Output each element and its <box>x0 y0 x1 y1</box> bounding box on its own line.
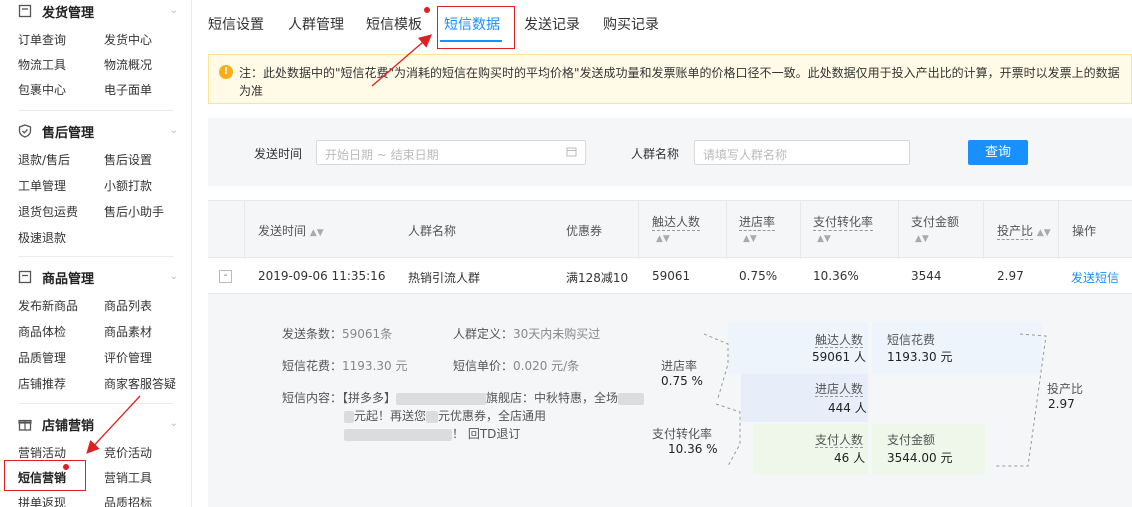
filter-bar: 发送时间 开始日期 ~ 结束日期 人群名称 请填写人群名称 查询 <box>208 118 1132 186</box>
sidebar-item-service-qa[interactable]: 商家客服答疑 <box>104 375 176 392</box>
date-range-input[interactable]: 开始日期 ~ 结束日期 <box>316 140 586 165</box>
date-range-placeholder: 开始日期 ~ 结束日期 <box>325 148 439 162</box>
sidebar-item-shop-recommend[interactable]: 店铺推荐 <box>18 375 66 392</box>
sidebar-section-marketing[interactable]: 店铺营销 ⌄ <box>18 413 178 435</box>
header-visit-rate[interactable]: 进店率 <box>739 213 776 231</box>
shield-icon <box>18 124 32 138</box>
send-sms-link[interactable]: 发送短信 <box>1071 269 1119 286</box>
table-row: - 2019-09-06 11:35:16 热销引流人群 满128减10 590… <box>208 258 1132 294</box>
chevron-down-icon: ⌄ <box>169 5 178 16</box>
header-action: 操作 <box>1072 224 1097 238</box>
sidebar-section-products[interactable]: 商品管理 ⌄ <box>18 266 178 288</box>
funnel-connector-lines <box>703 333 1047 467</box>
sidebar-item-small-payment[interactable]: 小额打款 <box>104 177 152 194</box>
sms-marketing-highlight <box>4 460 86 491</box>
sidebar-item-product-check[interactable]: 商品体检 <box>18 323 66 340</box>
query-button[interactable]: 查询 <box>968 140 1028 165</box>
header-pay-amount: 支付金额 <box>911 215 960 229</box>
sidebar-section-title: 售后管理 <box>42 125 95 141</box>
sidebar-divider <box>18 110 174 111</box>
crowd-name-label: 人群名称 <box>631 147 680 161</box>
sidebar-item-fast-refund[interactable]: 极速退款 <box>18 229 66 246</box>
sidebar-item-after-sales-settings[interactable]: 售后设置 <box>104 151 152 168</box>
product-box-icon <box>18 270 32 284</box>
sidebar-section-title: 发货管理 <box>42 5 95 21</box>
sidebar-item-quality-management[interactable]: 品质管理 <box>18 349 66 366</box>
header-reach[interactable]: 触达人数 <box>652 213 701 231</box>
send-time-label: 发送时间 <box>254 147 303 161</box>
sidebar-item-cashback[interactable]: 拼单返现 <box>18 494 66 507</box>
sidebar-section-title: 商品管理 <box>42 271 95 287</box>
cell-reach: 59061 <box>652 269 691 283</box>
sidebar-item-publish-product[interactable]: 发布新商品 <box>18 297 78 314</box>
notification-dot <box>63 464 69 470</box>
cell-pay-rate: 10.36% <box>813 269 859 283</box>
notice-banner: ! 注：此处数据中的"短信花费"为消耗的短信在购买时的平均价格"发送成功量和发票… <box>208 54 1132 104</box>
sidebar-item-e-waybill[interactable]: 电子面单 <box>104 81 152 98</box>
tab-crowd-management[interactable]: 人群管理 <box>288 14 344 34</box>
sidebar-divider <box>18 256 174 257</box>
header-send-time[interactable]: 发送时间 ▲▼ <box>258 222 324 239</box>
crowd-name-placeholder: 请填写人群名称 <box>703 148 788 162</box>
sidebar-item-after-sales-assistant[interactable]: 售后小助手 <box>104 203 164 220</box>
sidebar-section-shipping[interactable]: 发货管理 ⌄ <box>18 0 178 22</box>
sidebar-item-product-list[interactable]: 商品列表 <box>104 297 152 314</box>
sidebar-item-order-query[interactable]: 订单查询 <box>18 31 66 48</box>
header-coupon: 优惠券 <box>566 224 603 238</box>
sidebar: 发货管理 ⌄ 订单查询 发货中心 物流工具 物流概况 包裹中心 电子面单 售后管… <box>0 0 192 507</box>
sort-icon[interactable]: ▲▼ <box>915 234 929 244</box>
cell-send-time: 2019-09-06 11:35:16 <box>258 269 386 283</box>
table-header: 发送时间 ▲▼ 人群名称 优惠券 触达人数 ▲▼ 进店率 ▲▼ 支付转化率 ▲▼… <box>208 200 1132 259</box>
sort-icon[interactable]: ▲▼ <box>656 234 670 244</box>
tab-sms-templates[interactable]: 短信模板 <box>366 14 422 34</box>
sidebar-item-logistics-tools[interactable]: 物流工具 <box>18 56 66 73</box>
tab-purchase-records[interactable]: 购买记录 <box>603 14 659 34</box>
notice-text: 注：此处数据中的"短信花费"为消耗的短信在购买时的平均价格"发送成功量和发票账单… <box>239 66 1120 98</box>
sidebar-section-after-sales[interactable]: 售后管理 ⌄ <box>18 120 178 142</box>
chevron-down-icon: ⌄ <box>169 271 178 282</box>
sidebar-item-quality-bidding[interactable]: 品质招标 <box>104 494 152 507</box>
main-content: 短信设置 人群管理 短信模板 短信数据 发送记录 购买记录 ! 注：此处数据中的… <box>192 0 1132 507</box>
shipping-box-icon <box>18 4 32 18</box>
collapse-row-button[interactable]: - <box>219 270 232 283</box>
row-detail-panel: 发送条数：59061条 人群定义：30天内未购买过 短信花费：1193.30 元… <box>208 294 1132 507</box>
cell-roi: 2.97 <box>997 269 1024 283</box>
sidebar-item-shipping-center[interactable]: 发货中心 <box>104 31 152 48</box>
sort-icon[interactable]: ▲▼ <box>817 234 831 244</box>
sidebar-item-parcel-center[interactable]: 包裹中心 <box>18 81 66 98</box>
sidebar-item-return-shipping[interactable]: 退货包运费 <box>18 203 78 220</box>
header-crowd-name: 人群名称 <box>408 224 457 238</box>
cell-coupon: 满128减10 <box>566 271 629 285</box>
sidebar-item-bidding-activity[interactable]: 竞价活动 <box>104 444 152 461</box>
cell-crowd-name: 热销引流人群 <box>408 271 481 285</box>
sidebar-item-ticket-management[interactable]: 工单管理 <box>18 177 66 194</box>
data-table: 发送时间 ▲▼ 人群名称 优惠券 触达人数 ▲▼ 进店率 ▲▼ 支付转化率 ▲▼… <box>208 200 1132 507</box>
notification-dot <box>424 7 430 13</box>
sort-icon[interactable]: ▲▼ <box>743 234 757 244</box>
sidebar-section-title: 店铺营销 <box>42 418 95 434</box>
sidebar-item-review-management[interactable]: 评价管理 <box>104 349 152 366</box>
sidebar-item-marketing-tools[interactable]: 营销工具 <box>104 469 152 486</box>
chevron-down-icon: ⌄ <box>169 418 178 429</box>
tab-bar: 短信设置 人群管理 短信模板 短信数据 发送记录 购买记录 <box>192 0 1132 49</box>
cell-visit-rate: 0.75% <box>739 269 778 283</box>
cell-pay-amount: 3544 <box>911 269 942 283</box>
sidebar-item-logistics-overview[interactable]: 物流概况 <box>104 56 152 73</box>
crowd-name-input[interactable]: 请填写人群名称 <box>694 140 910 165</box>
sidebar-item-product-materials[interactable]: 商品素材 <box>104 323 152 340</box>
calendar-icon <box>566 146 577 160</box>
sidebar-divider <box>18 403 174 404</box>
chevron-down-icon: ⌄ <box>169 125 178 136</box>
sidebar-item-marketing-activity[interactable]: 营销活动 <box>18 444 66 461</box>
gift-icon <box>18 417 32 431</box>
warning-icon: ! <box>219 65 233 79</box>
sms-data-tab-highlight <box>437 6 515 49</box>
tab-sms-settings[interactable]: 短信设置 <box>208 14 264 34</box>
sidebar-item-refund[interactable]: 退款/售后 <box>18 151 70 168</box>
header-pay-rate[interactable]: 支付转化率 <box>813 213 874 231</box>
header-roi[interactable]: 投产比 ▲▼ <box>997 222 1051 240</box>
tab-send-records[interactable]: 发送记录 <box>524 14 580 34</box>
